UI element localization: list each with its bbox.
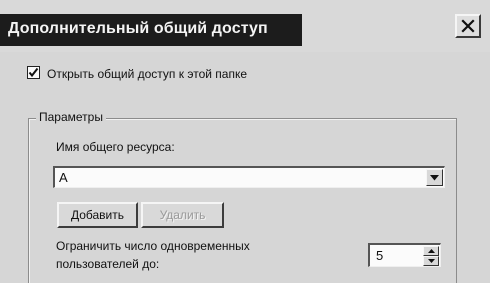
spin-up-icon	[427, 249, 435, 253]
spin-down-button[interactable]	[423, 256, 439, 266]
user-limit-spinner[interactable]: 5	[368, 243, 441, 267]
share-name-label: Имя общего ресурса:	[56, 140, 175, 154]
dialog-title: Дополнительный общий доступ	[8, 20, 268, 37]
advanced-sharing-dialog: Дополнительный общий доступ Открыть общи…	[0, 0, 490, 283]
close-button[interactable]	[455, 14, 481, 38]
share-name-dropdown-button[interactable]	[426, 169, 443, 186]
user-limit-label: Ограничить число одновременных пользоват…	[56, 237, 356, 273]
share-folder-label[interactable]: Открыть общий доступ к этой папке	[47, 67, 247, 81]
title-bar: Дополнительный общий доступ	[0, 0, 490, 52]
spin-buttons	[423, 246, 439, 266]
user-limit-value[interactable]: 5	[376, 248, 383, 263]
spin-up-button[interactable]	[423, 246, 439, 256]
checkmark-icon	[28, 67, 39, 78]
share-name-combobox[interactable]: A	[53, 166, 445, 188]
remove-button[interactable]: Удалить	[141, 202, 224, 228]
share-name-value: A	[59, 170, 68, 185]
user-limit-label-line2: пользователей до:	[56, 257, 160, 271]
add-button[interactable]: Добавить	[57, 202, 138, 228]
spin-down-icon	[427, 259, 435, 263]
share-folder-checkbox[interactable]	[27, 66, 40, 79]
chevron-down-icon	[430, 174, 439, 180]
close-icon	[461, 19, 475, 33]
parameters-legend: Параметры	[36, 110, 106, 124]
user-limit-label-line1: Ограничить число одновременных	[56, 239, 250, 253]
